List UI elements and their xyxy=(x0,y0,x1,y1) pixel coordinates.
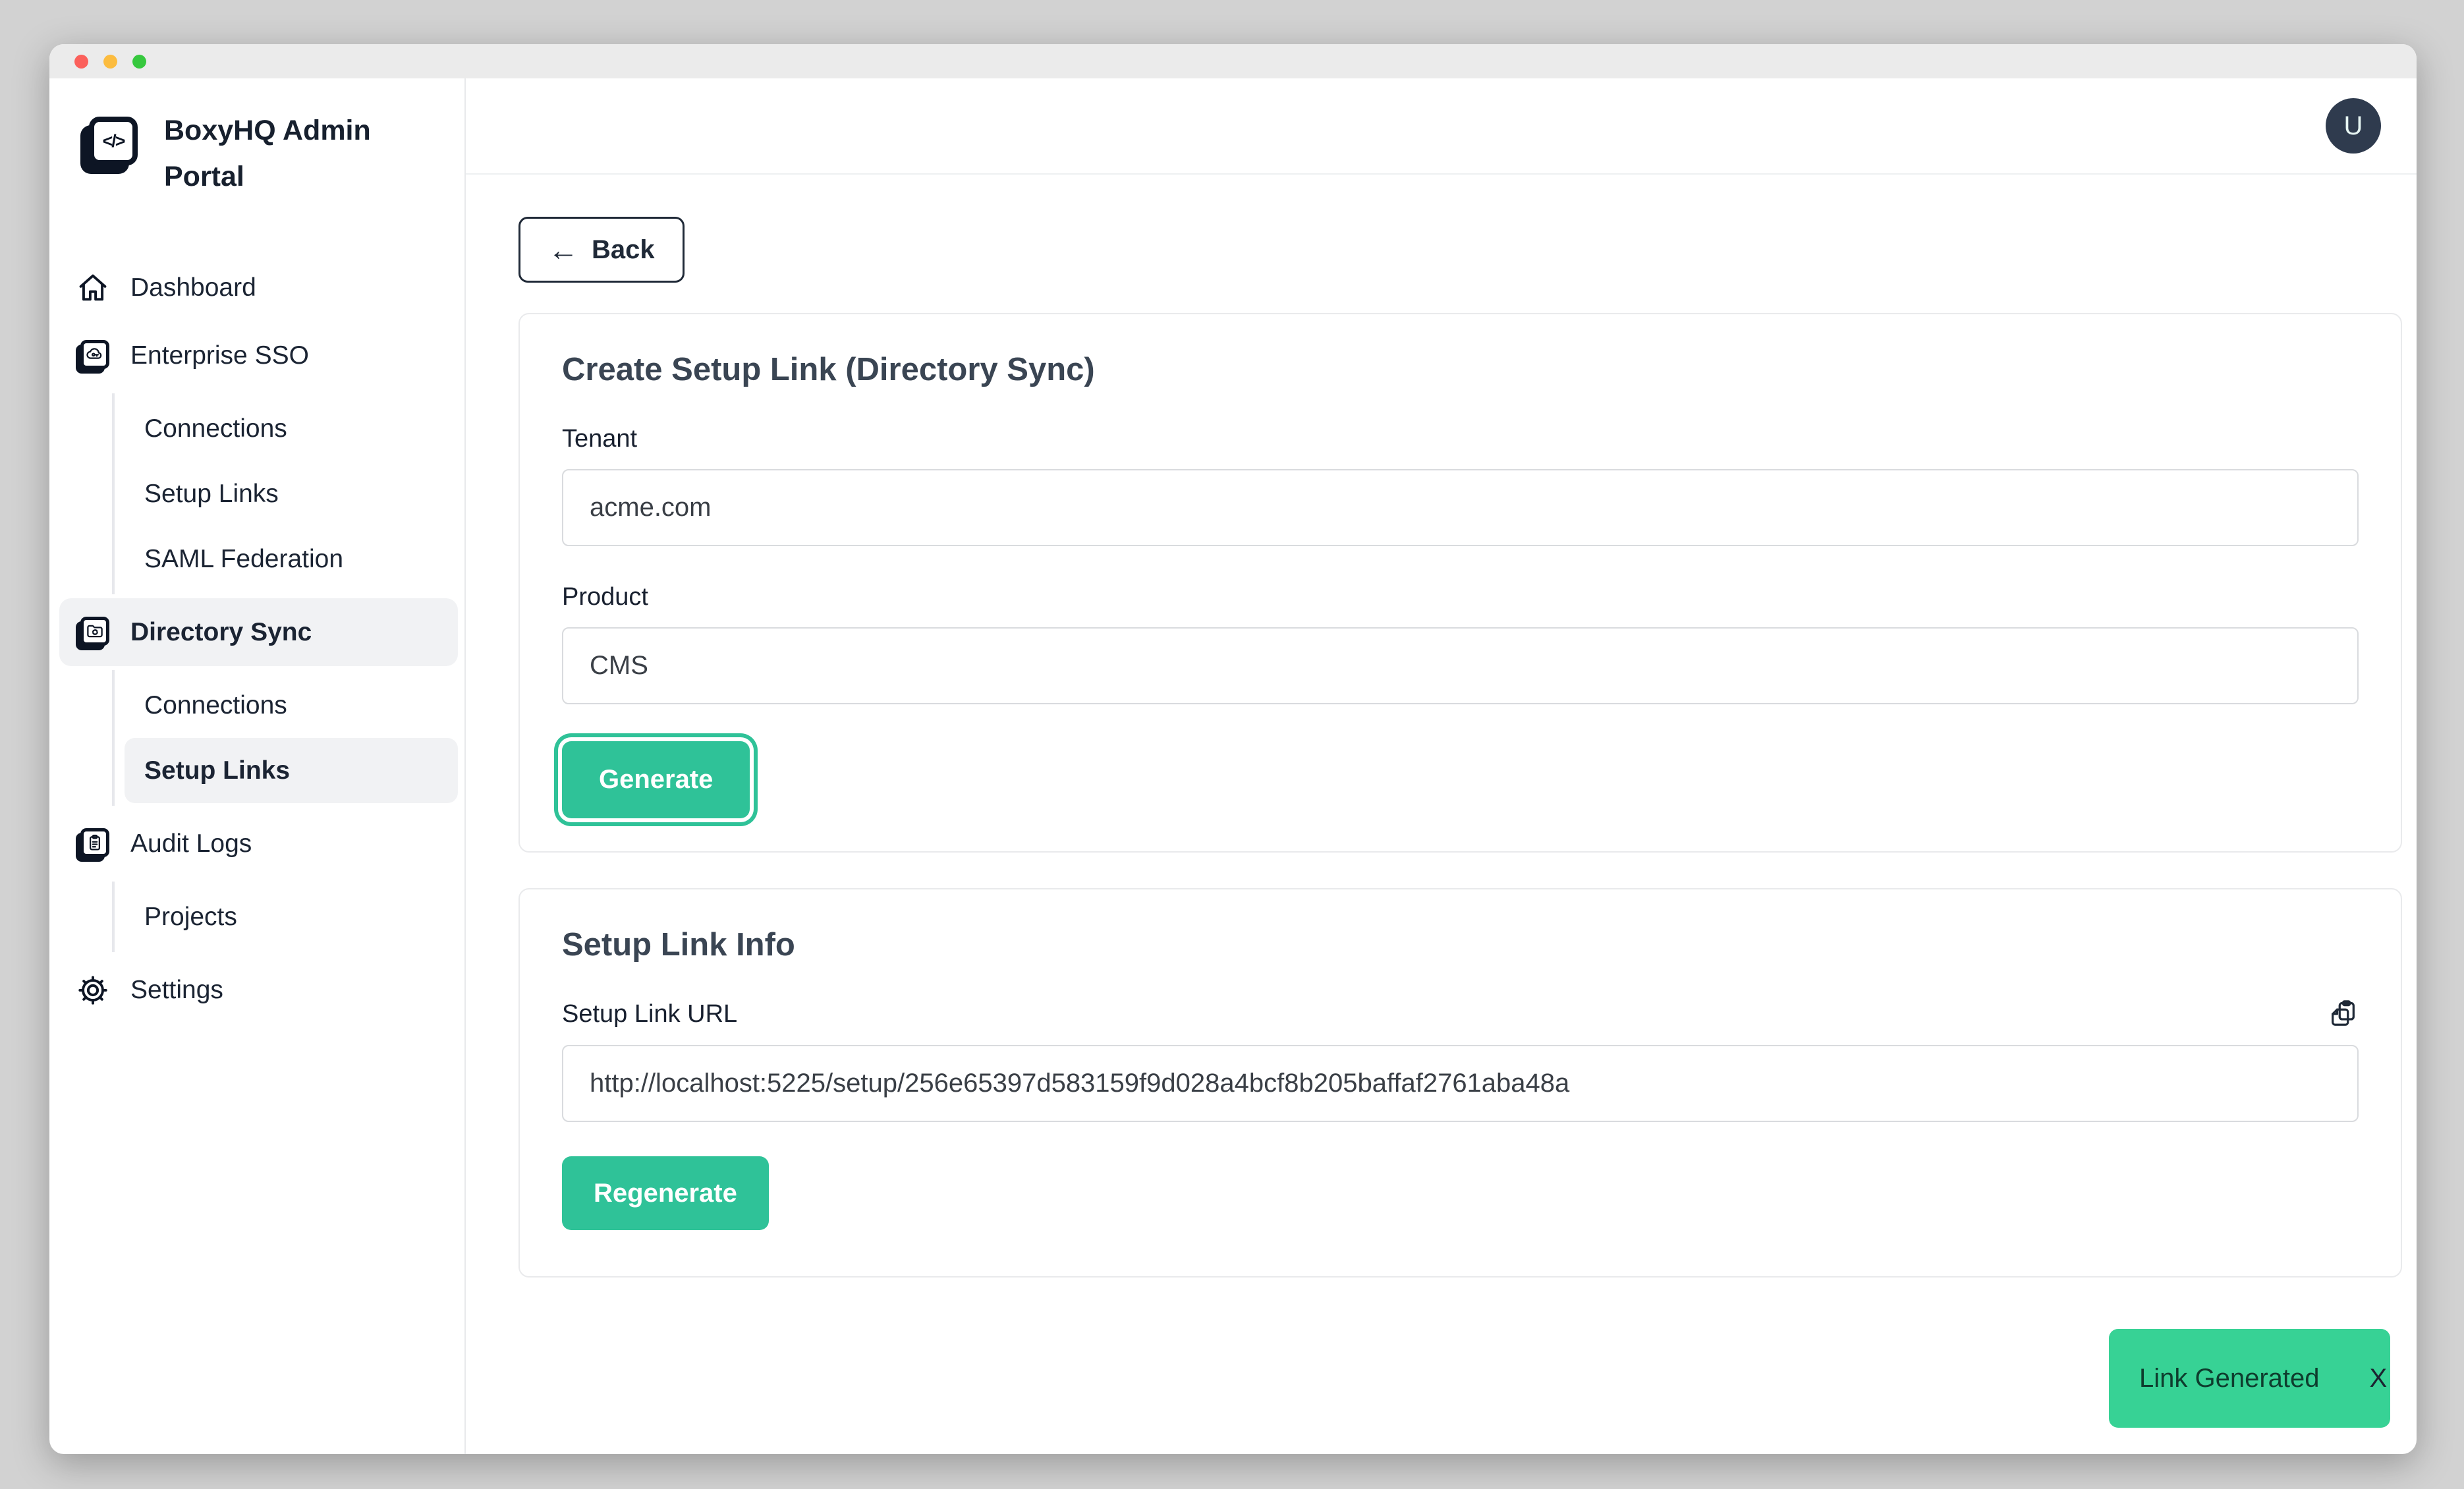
product-input[interactable] xyxy=(562,627,2359,704)
user-avatar[interactable]: U xyxy=(2326,98,2381,154)
audit-logs-sublist: Projects xyxy=(112,882,458,952)
sidebar-item-dashboard[interactable]: Dashboard xyxy=(59,254,458,322)
sidebar-nav: Dashboard Enterprise SSO xyxy=(49,254,464,1024)
toast-link-generated: Link Generated X xyxy=(2109,1329,2390,1428)
toast-close-button[interactable]: X xyxy=(2370,1364,2388,1393)
setup-link-url-row: Setup Link URL xyxy=(562,999,2359,1029)
directory-folder-icon xyxy=(74,613,112,652)
back-button[interactable]: ← Back xyxy=(518,217,685,283)
sso-cloud-icon xyxy=(74,337,112,375)
regenerate-button[interactable]: Regenerate xyxy=(562,1156,769,1230)
app-window: </> BoxyHQ Admin Portal Dashboard xyxy=(49,44,2417,1454)
back-button-label: Back xyxy=(592,235,655,265)
sidebar-subitem-projects[interactable]: Projects xyxy=(125,884,458,949)
sidebar-item-label: Dashboard xyxy=(130,273,256,302)
audit-clipboard-icon xyxy=(74,825,112,863)
sidebar-item-label: Enterprise SSO xyxy=(130,341,309,370)
tenant-label: Tenant xyxy=(562,425,2359,453)
sidebar-subitem-dsync-connections[interactable]: Connections xyxy=(125,673,458,738)
setup-link-info-card: Setup Link Info Setup Link URL xyxy=(518,888,2402,1278)
copy-icon xyxy=(2328,999,2359,1029)
sidebar-subitem-saml-federation[interactable]: SAML Federation xyxy=(125,526,458,592)
sidebar: </> BoxyHQ Admin Portal Dashboard xyxy=(49,78,466,1454)
tenant-input[interactable] xyxy=(562,469,2359,546)
sidebar-item-settings[interactable]: Settings xyxy=(59,956,458,1024)
info-card-title: Setup Link Info xyxy=(562,926,2359,963)
boxyhq-logo-icon: </> xyxy=(89,117,138,165)
sidebar-item-label: Directory Sync xyxy=(130,618,312,647)
sidebar-item-label: Audit Logs xyxy=(130,829,252,858)
create-setup-link-card: Create Setup Link (Directory Sync) Tenan… xyxy=(518,313,2402,853)
directory-sync-sublist: Connections Setup Links xyxy=(112,670,458,806)
window-titlebar xyxy=(49,44,2417,78)
close-window-button[interactable] xyxy=(74,55,88,69)
sidebar-item-audit-logs[interactable]: Audit Logs xyxy=(59,810,458,878)
page-content: ← Back Create Setup Link (Directory Sync… xyxy=(466,175,2417,1454)
sidebar-item-label: Settings xyxy=(130,976,223,1005)
app-body: </> BoxyHQ Admin Portal Dashboard xyxy=(49,78,2417,1454)
top-header: U xyxy=(466,78,2417,175)
copy-button[interactable] xyxy=(2328,999,2359,1029)
main-area: U ← Back Create Setup Link (Directory Sy… xyxy=(466,78,2417,1454)
product-label: Product xyxy=(562,583,2359,611)
setup-link-url-input[interactable] xyxy=(562,1045,2359,1122)
setup-link-url-label: Setup Link URL xyxy=(562,1000,737,1028)
sidebar-subitem-sso-setup-links[interactable]: Setup Links xyxy=(125,461,458,526)
sidebar-item-directory-sync[interactable]: Directory Sync xyxy=(59,598,458,666)
sidebar-subitem-sso-connections[interactable]: Connections xyxy=(125,396,458,461)
maximize-window-button[interactable] xyxy=(132,55,146,69)
sidebar-subitem-dsync-setup-links[interactable]: Setup Links xyxy=(125,738,458,803)
back-arrow-icon: ← xyxy=(548,235,578,265)
gear-icon xyxy=(74,971,112,1009)
toast-message: Link Generated xyxy=(2139,1364,2320,1393)
enterprise-sso-sublist: Connections Setup Links SAML Federation xyxy=(112,393,458,594)
minimize-window-button[interactable] xyxy=(103,55,117,69)
sidebar-item-enterprise-sso[interactable]: Enterprise SSO xyxy=(59,322,458,389)
app-title: BoxyHQ Admin Portal xyxy=(164,107,395,200)
brand: </> BoxyHQ Admin Portal xyxy=(49,107,464,200)
home-icon xyxy=(74,269,112,307)
create-card-title: Create Setup Link (Directory Sync) xyxy=(562,351,2359,388)
generate-button[interactable]: Generate xyxy=(562,741,750,818)
